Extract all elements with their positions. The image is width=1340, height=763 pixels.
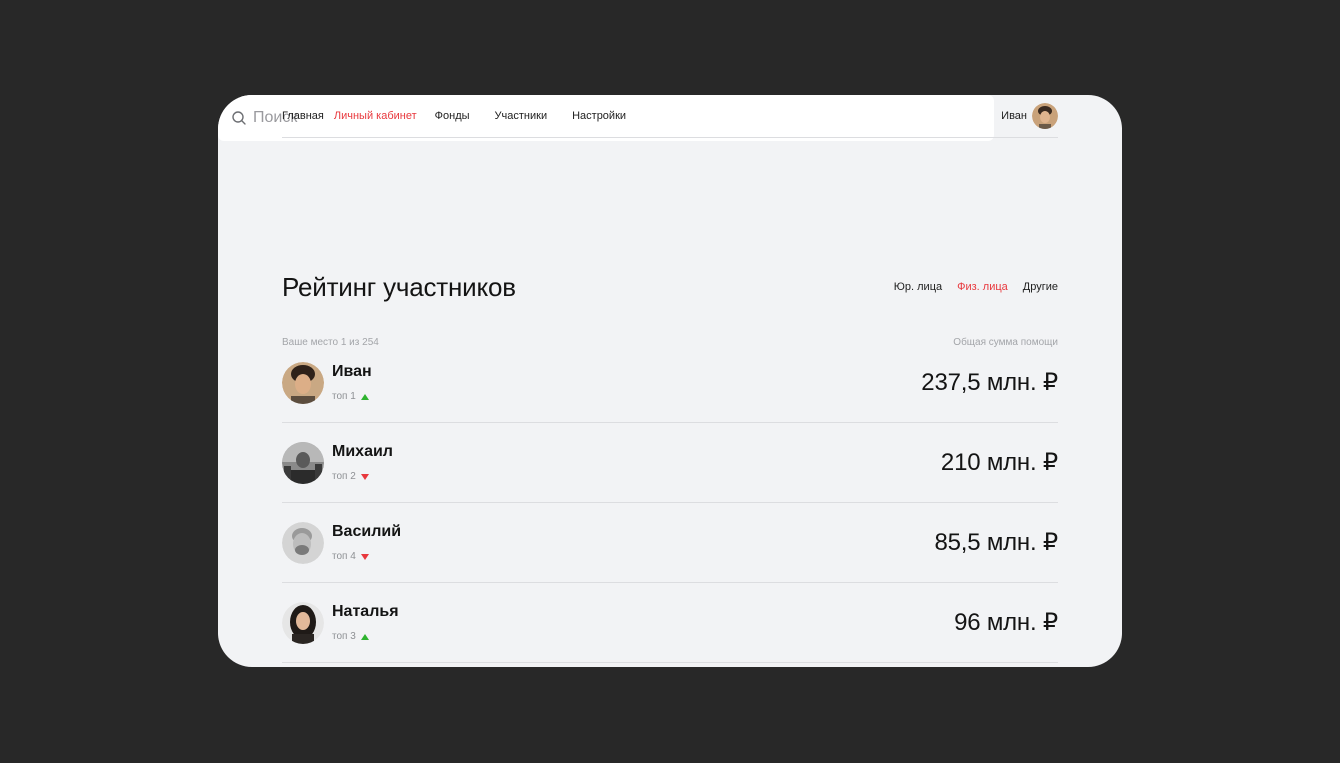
user-name: Иван [1001,110,1027,122]
participant-info: Иван топ 1 [282,361,372,404]
participant-amount: 85,5 млн. ₽ [934,529,1058,556]
ranking-header: Рейтинг участников Юр. лица Физ. лица Др… [282,269,1058,305]
participant-name: Иван [332,363,372,380]
participant-text: Наталья топ 3 [332,603,399,642]
participant-row[interactable]: Наталья топ 3 96 млн. ₽ [282,583,1058,663]
rank-label: топ 2 [332,471,356,482]
participant-rank: топ 3 [332,631,399,642]
participant-rank: топ 4 [332,551,401,562]
participant-amount: 96 млн. ₽ [954,609,1058,636]
user-avatar[interactable] [1032,103,1058,129]
filter-legal-entities[interactable]: Юр. лица [894,281,942,293]
page-title: Рейтинг участников [282,271,516,302]
filter-others[interactable]: Другие [1023,281,1058,293]
participant-type-filters: Юр. лица Физ. лица Другие [894,281,1058,293]
filter-individuals[interactable]: Физ. лица [957,281,1008,293]
participant-rank: топ 2 [332,471,393,482]
nav-item-home[interactable]: Главная [282,110,324,122]
participant-text: Михаил топ 2 [332,443,393,482]
rank-label: топ 3 [332,631,356,642]
rank-label: топ 1 [332,391,356,402]
search-icon [232,111,246,125]
trend-up-icon [360,633,369,640]
participant-info: Василий топ 4 [282,521,401,564]
participant-info: Наталья топ 3 [282,601,399,644]
main-card: Главная Личный кабинет Фонды Участники Н… [218,95,1122,667]
participant-rank: топ 1 [332,391,372,402]
nav-item-participants[interactable]: Участники [495,110,548,122]
participant-name: Михаил [332,443,393,460]
rank-label: топ 4 [332,551,356,562]
trend-down-icon [360,553,369,560]
participant-row[interactable]: Иван топ 1 237,5 млн. ₽ [282,343,1058,423]
participant-text: Иван топ 1 [332,363,372,402]
participants-list: Иван топ 1 237,5 млн. ₽ Михаил топ 2 210… [282,343,1058,663]
top-navigation: Главная Личный кабинет Фонды Участники Н… [282,95,1058,138]
participant-avatar [282,441,324,484]
trend-down-icon [360,473,369,480]
user-menu[interactable]: Иван [1001,103,1058,129]
nav-item-settings[interactable]: Настройки [572,110,626,122]
participant-name: Василий [332,523,402,540]
participant-avatar [282,361,324,404]
participant-amount: 237,5 млн. ₽ [921,369,1058,396]
trend-up-icon [360,393,369,400]
participant-row[interactable]: Михаил топ 2 210 млн. ₽ [282,423,1058,503]
participant-row[interactable]: Василий топ 4 85,5 млн. ₽ [282,503,1058,583]
participant-avatar [282,521,324,564]
participant-name: Наталья [332,603,399,620]
participant-info: Михаил топ 2 [282,441,393,484]
participant-avatar [282,601,324,644]
nav-item-funds[interactable]: Фонды [435,110,470,122]
nav-item-personal-account[interactable]: Личный кабинет [334,110,417,122]
participant-amount: 210 млн. ₽ [940,449,1058,476]
nav-links: Главная Личный кабинет Фонды Участники Н… [282,110,626,122]
participant-text: Василий топ 4 [332,523,401,562]
